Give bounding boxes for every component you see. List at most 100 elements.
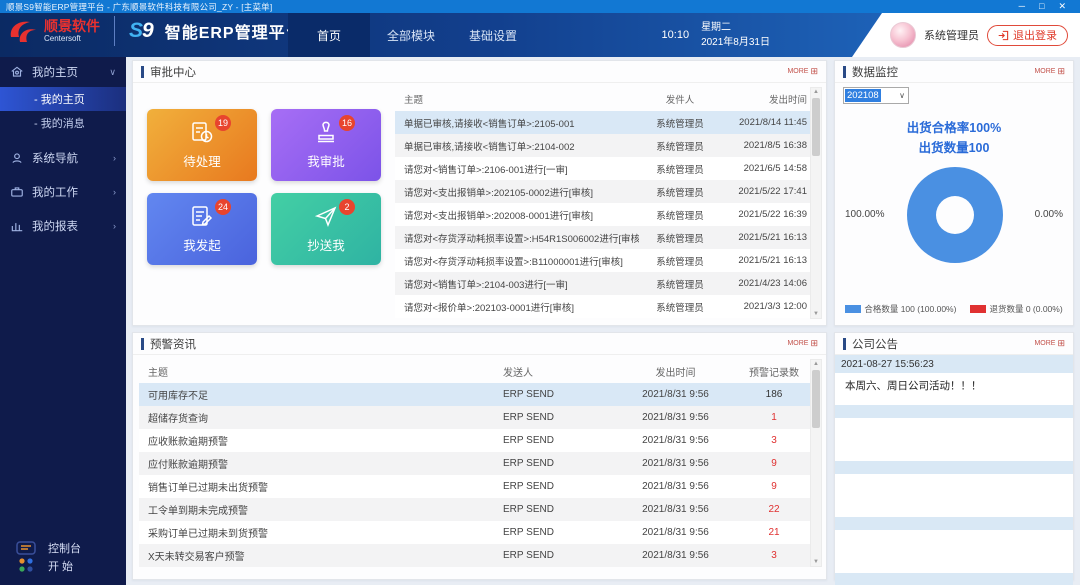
scroll-down-icon[interactable]: ▼ bbox=[811, 311, 821, 317]
product-title: 智能ERP管理平台 bbox=[165, 19, 303, 43]
paper-plane-icon bbox=[313, 204, 339, 230]
stamp-icon bbox=[313, 120, 339, 146]
brand-subname: Centersoft bbox=[44, 35, 100, 43]
tile-pending[interactable]: 19 待处理 bbox=[147, 109, 257, 181]
table-row[interactable]: 销售订单已过期未出货预警ERP SEND2021/8/31 9:569 bbox=[139, 475, 822, 498]
sidebar-item-my-reports[interactable]: 我的报表 › bbox=[0, 211, 126, 241]
console-start-button[interactable]: 控制台 开 始 bbox=[0, 540, 126, 577]
logout-label: 退出登录 bbox=[1013, 27, 1057, 43]
announcements-panel-title: 公司公告 bbox=[852, 336, 898, 352]
time-text: 10:10 bbox=[662, 29, 690, 41]
briefcase-icon bbox=[10, 185, 25, 200]
username-text: 系统管理员 bbox=[924, 27, 979, 43]
announcement-text[interactable]: 本周六、周日公司活动！！！ bbox=[835, 373, 1073, 405]
donut-chart bbox=[907, 167, 1003, 263]
panel-accent-bar bbox=[843, 338, 846, 350]
maximize-icon[interactable]: □ bbox=[1039, 0, 1044, 13]
table-row[interactable]: 应收账款逾期预警ERP SEND2021/8/31 9:563 bbox=[139, 429, 822, 452]
table-row[interactable]: 单据已审核,请接收<销售订单>:2104-002系统管理员2021/8/5 16… bbox=[395, 134, 822, 157]
sidebar-subitem-my-home[interactable]: - 我的主页 bbox=[0, 87, 126, 111]
table-row[interactable]: 可用库存不足ERP SEND2021/8/31 9:56186 bbox=[139, 383, 822, 406]
table-row[interactable]: 请您对<销售订单>:2106-001进行[一审]系统管理员2021/6/5 14… bbox=[395, 157, 822, 180]
donut-legend: 合格数量 100 (100.00%) 退货数量 0 (0.00%) bbox=[835, 303, 1073, 315]
sidebar-item-system-nav[interactable]: 系统导航 › bbox=[0, 143, 126, 173]
table-row[interactable]: 请您对<支出报销单>:202008-0001进行[审核]系统管理员2021/5/… bbox=[395, 203, 822, 226]
bar-chart-icon bbox=[10, 219, 25, 234]
monitor-more-button[interactable]: MORE bbox=[1034, 66, 1065, 77]
table-row[interactable]: 请您对<存货浮动耗损率设置>:H54R1S006002进行[审核]系统管理员20… bbox=[395, 226, 822, 249]
tab-home[interactable]: 首页 bbox=[288, 13, 370, 57]
sidebar: 我的主页 ∨ - 我的主页 - 我的消息 系统导航 › 我的工作 › 我的报表 bbox=[0, 57, 126, 585]
table-row[interactable]: 工令单到期未完成预警ERP SEND2021/8/31 9:5622 bbox=[139, 498, 822, 521]
approval-center-panel: 审批中心 MORE 19 待处理 16 我审批 24 bbox=[132, 60, 827, 326]
table-row[interactable]: 请您对<销售订单>:2104-003进行[一审]系统管理员2021/4/23 1… bbox=[395, 272, 822, 295]
sidebar-item-my-home[interactable]: 我的主页 ∨ bbox=[0, 57, 126, 87]
table-row[interactable]: 采购订单已过期未到货预警ERP SEND2021/8/31 9:5621 bbox=[139, 521, 822, 544]
home-icon bbox=[10, 65, 25, 80]
ship-qty-text: 出货数量100 bbox=[835, 137, 1073, 156]
table-row[interactable]: 单据已审核,请接收<销售订单>:2105-001系统管理员2021/8/14 1… bbox=[395, 111, 822, 134]
scroll-up-icon[interactable]: ▲ bbox=[811, 361, 821, 367]
panel-accent-bar bbox=[141, 66, 144, 78]
announcement-empty-row bbox=[835, 418, 1073, 461]
tile-my-approvals[interactable]: 16 我审批 bbox=[271, 109, 381, 181]
clock-area: 10:10 星期二 2021年8月31日 bbox=[662, 13, 770, 57]
panel-accent-bar bbox=[141, 338, 144, 350]
tile-my-initiated[interactable]: 24 我发起 bbox=[147, 193, 257, 265]
announcement-stripe bbox=[835, 573, 1073, 585]
table-row[interactable]: 请您对<存货浮动耗损率设置>:B11000001进行[审核]系统管理员2021/… bbox=[395, 249, 822, 272]
logout-button[interactable]: 退出登录 bbox=[987, 25, 1068, 46]
erp-main-window: 顺景S9智能ERP管理平台 - 广东顺景软件科技有限公司_ZY - [主菜单] … bbox=[0, 0, 1080, 585]
pending-doc-clock-icon bbox=[189, 120, 215, 146]
announcement-stripe bbox=[835, 461, 1073, 474]
approval-panel-title: 审批中心 bbox=[150, 64, 196, 80]
scroll-down-icon[interactable]: ▼ bbox=[811, 559, 821, 565]
table-row[interactable]: 请您对<支出报销单>:202105-0002进行[审核]系统管理员2021/5/… bbox=[395, 180, 822, 203]
sidebar-item-my-work[interactable]: 我的工作 › bbox=[0, 177, 126, 207]
approval-table-header: 主题 发件人 发出时间 bbox=[395, 87, 822, 111]
close-icon[interactable]: ✕ bbox=[1058, 0, 1066, 13]
approval-tiles: 19 待处理 16 我审批 24 我发起 2 bbox=[147, 109, 381, 265]
approval-scrollbar[interactable]: ▲ ▼ bbox=[810, 87, 822, 319]
brand-name: 顺景软件 bbox=[44, 19, 100, 33]
alerts-scrollbar[interactable]: ▲ ▼ bbox=[810, 359, 822, 567]
announcement-timestamp: 2021-08-27 15:56:23 bbox=[835, 355, 1073, 373]
scroll-thumb[interactable] bbox=[812, 98, 820, 156]
announcement-empty-row bbox=[835, 474, 1073, 517]
legend-ok-label: 合格数量 100 (100.00%) bbox=[864, 304, 956, 314]
tile-cc-to-me[interactable]: 2 抄送我 bbox=[271, 193, 381, 265]
scroll-thumb[interactable] bbox=[812, 370, 820, 428]
pass-rate-text: 出货合格率100% bbox=[835, 117, 1073, 136]
sidebar-subitem-my-messages[interactable]: - 我的消息 bbox=[0, 111, 126, 135]
announcements-more-button[interactable]: MORE bbox=[1034, 338, 1065, 349]
minimize-icon[interactable]: ─ bbox=[1019, 0, 1025, 13]
legend-red-swatch bbox=[970, 305, 986, 313]
alerts-more-button[interactable]: MORE bbox=[787, 338, 818, 349]
tab-basic-settings[interactable]: 基础设置 bbox=[452, 13, 534, 57]
chevron-right-icon: › bbox=[113, 187, 116, 197]
table-row[interactable]: 超储存货查询ERP SEND2021/8/31 9:561 bbox=[139, 406, 822, 429]
window-title: 顺景S9智能ERP管理平台 - 广东顺景软件科技有限公司_ZY - [主菜单] bbox=[6, 1, 1019, 13]
console-icon bbox=[14, 541, 38, 575]
chevron-right-icon: › bbox=[113, 153, 116, 163]
announcement-stripe bbox=[835, 517, 1073, 530]
alerts-table: 主题 发送人 发出时间 预警记录数 可用库存不足ERP SEND2021/8/3… bbox=[139, 359, 822, 567]
table-row[interactable]: 应付账款逾期预警ERP SEND2021/8/31 9:569 bbox=[139, 452, 822, 475]
period-select[interactable]: 202108 ∨ bbox=[843, 87, 909, 104]
donut-hole bbox=[936, 196, 974, 234]
announcements-panel: 公司公告 MORE 2021-08-27 15:56:23 本周六、周日公司活动… bbox=[834, 332, 1074, 580]
alerts-panel: 预警资讯 MORE 主题 发送人 发出时间 预警记录数 可用库存不足ERP SE… bbox=[132, 332, 827, 580]
pending-count-badge: 19 bbox=[215, 115, 231, 131]
table-row[interactable]: 请您对<报价单>:202103-0001进行[审核]系统管理员2021/3/3 … bbox=[395, 295, 822, 318]
approval-more-button[interactable]: MORE bbox=[787, 66, 818, 77]
window-titlebar: 顺景S9智能ERP管理平台 - 广东顺景软件科技有限公司_ZY - [主菜单] … bbox=[0, 0, 1080, 13]
main-nav: 首页 全部模块 基础设置 bbox=[288, 13, 534, 57]
app-header: 顺景软件 Centersoft S9 智能ERP管理平台 首页 全部模块 基础设… bbox=[0, 13, 1080, 57]
donut-left-label: 100.00% bbox=[845, 209, 884, 220]
console-label: 控制台 bbox=[48, 543, 81, 555]
tab-all-modules[interactable]: 全部模块 bbox=[370, 13, 452, 57]
legend-blue-swatch bbox=[845, 305, 861, 313]
select-arrow-icon: ∨ bbox=[899, 91, 908, 100]
table-row[interactable]: X天未转交易客户预警ERP SEND2021/8/31 9:563 bbox=[139, 544, 822, 567]
scroll-up-icon[interactable]: ▲ bbox=[811, 89, 821, 95]
